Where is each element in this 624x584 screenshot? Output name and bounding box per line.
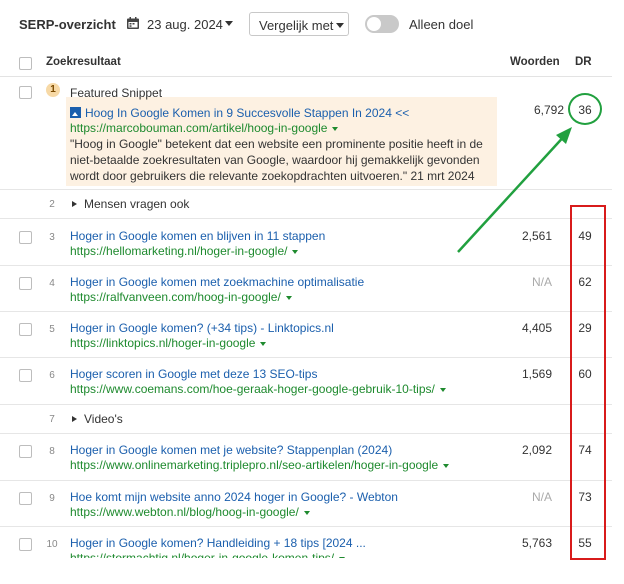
- row-checkbox[interactable]: [19, 538, 32, 551]
- row-checkbox[interactable]: [19, 231, 32, 244]
- date-selector[interactable]: 23 aug. 2024: [147, 17, 223, 32]
- result-url-text: https://linktopics.nl/hoger-in-google: [70, 336, 256, 350]
- rank-number: 3: [49, 232, 55, 243]
- rank-number: 2: [49, 199, 55, 210]
- result-title-link[interactable]: Hoger in Google komen en blijven in 11 s…: [70, 229, 325, 243]
- table-row: 10 Hoger in Google komen? Handleiding + …: [0, 527, 612, 584]
- result-title-link[interactable]: Hoger in Google komen? (+34 tips) - Link…: [70, 321, 334, 335]
- only-target-toggle[interactable]: [365, 15, 399, 33]
- top-bar: SERP-overzicht 23 aug. 2024 Vergelijk me…: [0, 0, 624, 50]
- result-url-text: https://www.webton.nl/blog/hoog-in-googl…: [70, 505, 299, 519]
- result-url[interactable]: https://www.onlinemarketing.triplepro.nl…: [70, 458, 450, 472]
- result-url[interactable]: https://stormachtig.nl/hoger-in-google-k…: [70, 551, 346, 565]
- result-url-text: https://stormachtig.nl/hoger-in-google-k…: [70, 551, 335, 565]
- result-url[interactable]: https://linktopics.nl/hoger-in-google: [70, 336, 267, 350]
- result-url-text: https://www.coemans.com/hoe-geraak-hoger…: [70, 382, 435, 396]
- words-value: 2,561: [521, 229, 552, 243]
- dr-column-highlight-box: [570, 205, 606, 560]
- chevron-down-icon[interactable]: [332, 126, 339, 131]
- result-url-text: https://www.onlinemarketing.triplepro.nl…: [70, 458, 439, 472]
- chevron-down-icon[interactable]: [303, 510, 310, 515]
- rank-number: 8: [49, 446, 55, 457]
- group-row-people-also-ask[interactable]: 2 Mensen vragen ook: [0, 190, 612, 219]
- column-header-words[interactable]: Woorden: [510, 56, 560, 68]
- rank-number: 5: [49, 324, 55, 335]
- row-checkbox[interactable]: [19, 86, 32, 99]
- result-url-text: https://hellomarketing.nl/hoger-in-googl…: [70, 244, 288, 258]
- page-title: SERP-overzicht: [19, 17, 116, 32]
- table-row: 5 Hoger in Google komen? (+34 tips) - Li…: [0, 312, 612, 358]
- row-checkbox[interactable]: [19, 369, 32, 382]
- group-label: Mensen vragen ook: [84, 197, 190, 211]
- rank-number: 7: [49, 414, 55, 425]
- compare-dropdown-label: Vergelijk met: [259, 18, 334, 33]
- calendar-icon[interactable]: [126, 16, 140, 30]
- result-url-text: https://ralfvanveen.com/hoog-in-google/: [70, 290, 281, 304]
- result-url[interactable]: https://hellomarketing.nl/hoger-in-googl…: [70, 244, 299, 258]
- result-url[interactable]: https://ralfvanveen.com/hoog-in-google/: [70, 290, 292, 304]
- toggle-knob: [367, 17, 381, 31]
- chevron-down-icon[interactable]: [339, 556, 346, 558]
- result-title-link[interactable]: Hoe komt mijn website anno 2024 hoger in…: [70, 490, 398, 504]
- table-row: 9 Hoe komt mijn website anno 2024 hoger …: [0, 481, 612, 527]
- words-value: 6,792: [533, 103, 564, 117]
- select-all-checkbox[interactable]: [19, 57, 32, 70]
- featured-snippet-url[interactable]: https://marcobouman.com/artikel/hoog-in-…: [70, 121, 339, 135]
- result-url[interactable]: https://www.coemans.com/hoe-geraak-hoger…: [70, 382, 446, 396]
- row-checkbox[interactable]: [19, 277, 32, 290]
- chevron-down-icon[interactable]: [443, 463, 450, 468]
- column-header-dr[interactable]: DR: [575, 56, 592, 68]
- rank-badge: 1: [46, 83, 60, 97]
- words-value: 2,092: [521, 443, 552, 457]
- chevron-down-icon[interactable]: [260, 341, 267, 346]
- words-value: N/A: [531, 275, 552, 289]
- row-checkbox[interactable]: [19, 323, 32, 336]
- row-checkbox[interactable]: [19, 492, 32, 505]
- table-row: 3 Hoger in Google komen en blijven in 11…: [0, 219, 612, 266]
- result-title-link[interactable]: Hoger scoren in Google met deze 13 SEO-t…: [70, 367, 317, 381]
- rank-number: 4: [49, 278, 55, 289]
- words-value: N/A: [531, 490, 552, 504]
- table-row: 8 Hoger in Google komen met je website? …: [0, 434, 612, 481]
- compare-dropdown[interactable]: Vergelijk met: [249, 12, 349, 36]
- image-icon: [70, 107, 81, 118]
- rank-number: 6: [49, 370, 55, 381]
- group-label: Video's: [84, 412, 123, 426]
- rank-number: 9: [49, 493, 55, 504]
- result-url[interactable]: https://www.webton.nl/blog/hoog-in-googl…: [70, 505, 310, 519]
- result-title-link[interactable]: Hoger in Google komen met zoekmachine op…: [70, 275, 364, 289]
- expand-triangle-icon[interactable]: [72, 416, 77, 422]
- chevron-down-icon: [336, 23, 344, 28]
- only-target-label: Alleen doel: [409, 17, 474, 32]
- result-title-link[interactable]: Hoger in Google komen met je website? St…: [70, 443, 392, 457]
- table-row: 4 Hoger in Google komen met zoekmachine …: [0, 266, 612, 312]
- row-checkbox[interactable]: [19, 445, 32, 458]
- words-value: 1,569: [521, 367, 552, 381]
- chevron-down-icon[interactable]: [292, 249, 299, 254]
- expand-triangle-icon[interactable]: [72, 201, 77, 207]
- chevron-down-icon[interactable]: [285, 295, 292, 300]
- words-value: 5,763: [521, 536, 552, 550]
- words-value: 4,405: [521, 321, 552, 335]
- rank-number: 10: [46, 539, 58, 550]
- group-row-videos[interactable]: 7 Video's: [0, 405, 612, 434]
- featured-snippet-label: Featured Snippet: [70, 86, 163, 100]
- featured-snippet-title-link[interactable]: Hoog In Google Komen in 9 Succesvolle St…: [70, 106, 409, 120]
- featured-snippet-text: "Hoog in Google" betekent dat een websit…: [70, 137, 483, 183]
- featured-snippet-title: Hoog In Google Komen in 9 Succesvolle St…: [85, 106, 410, 120]
- chevron-down-icon[interactable]: [439, 387, 446, 392]
- featured-snippet-url-text: https://marcobouman.com/artikel/hoog-in-…: [70, 121, 328, 135]
- column-header-result[interactable]: Zoekresultaat: [46, 56, 121, 68]
- result-title-link[interactable]: Hoger in Google komen? Handleiding + 18 …: [70, 536, 366, 550]
- chevron-down-icon[interactable]: [225, 21, 233, 26]
- table-header: Zoekresultaat Woorden DR: [0, 50, 612, 77]
- table-row: 6 Hoger scoren in Google met deze 13 SEO…: [0, 358, 612, 405]
- dr-highlight-circle: [568, 93, 602, 125]
